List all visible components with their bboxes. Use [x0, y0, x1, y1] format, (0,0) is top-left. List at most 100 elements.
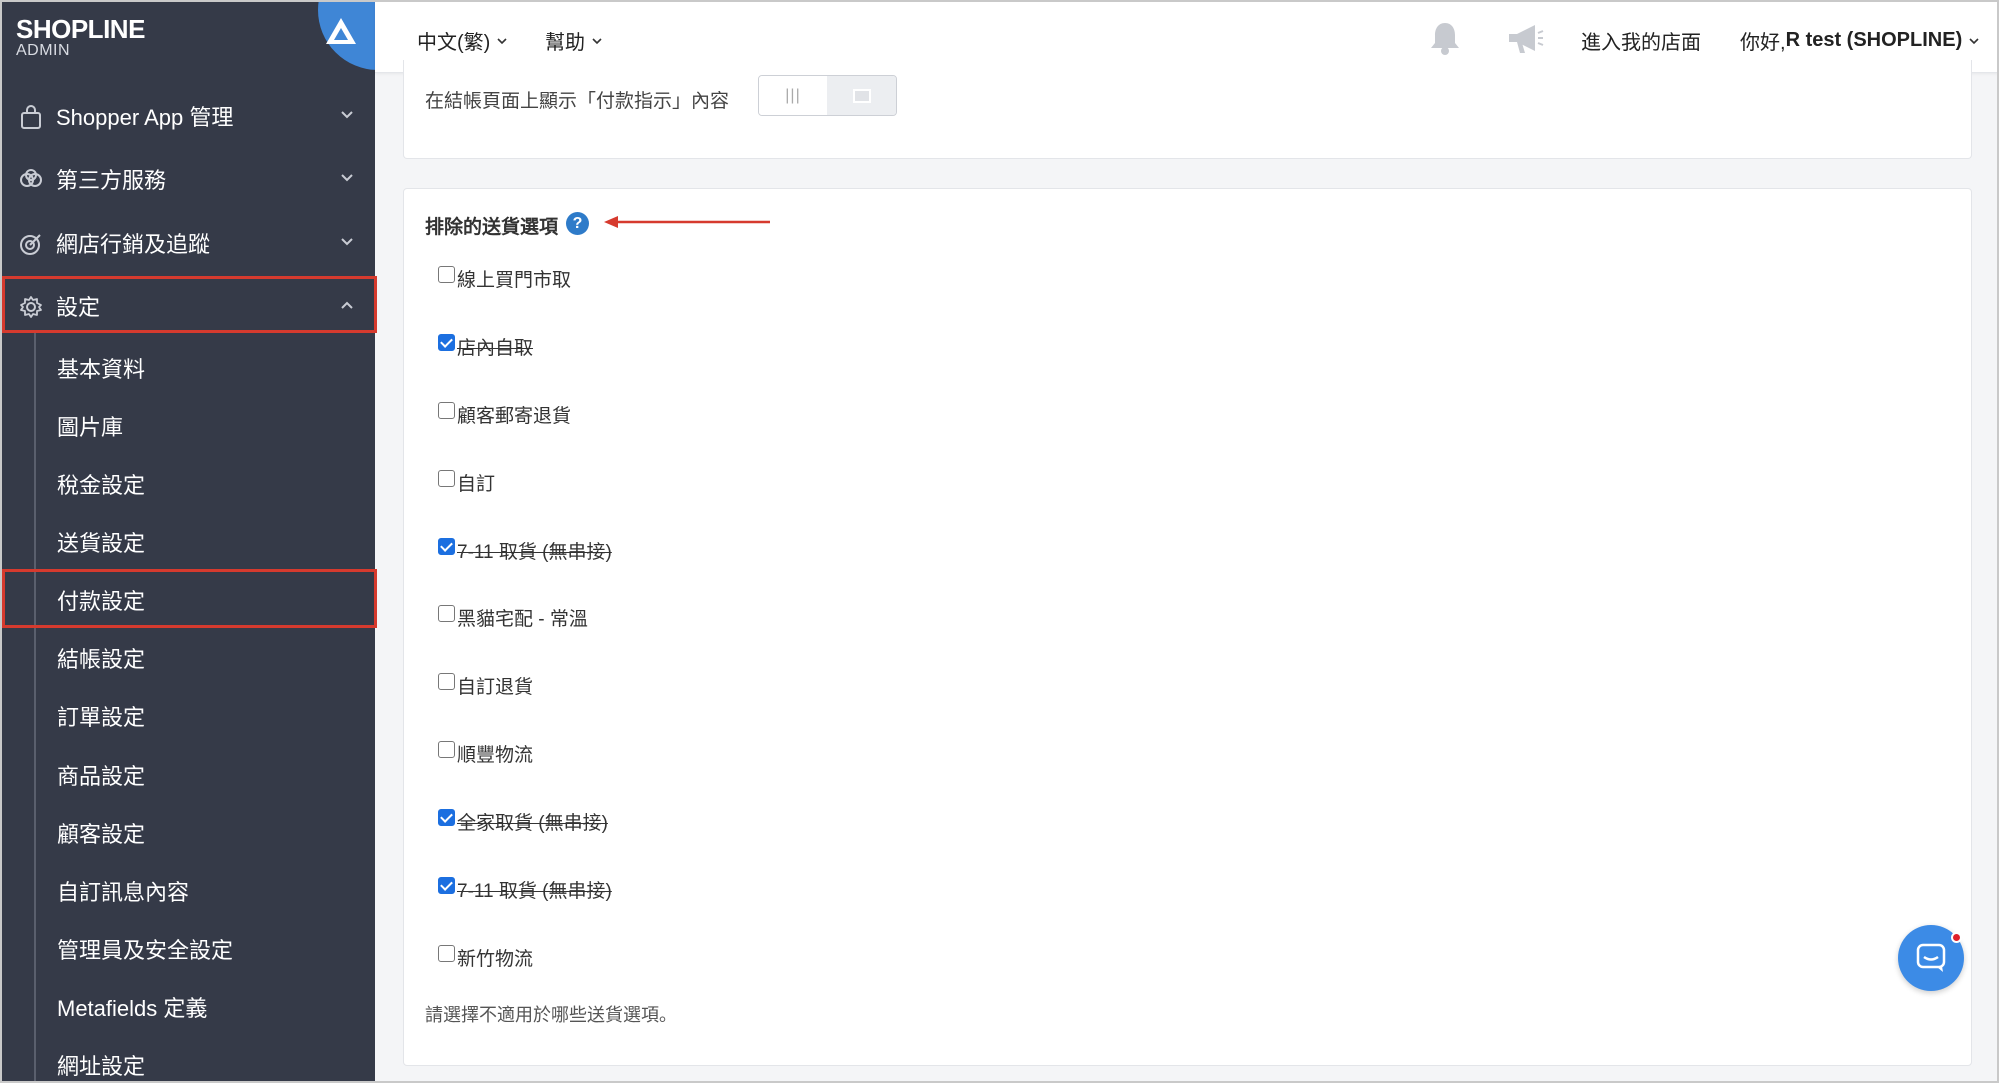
- language-label: 中文(繁): [417, 32, 491, 54]
- target-icon: [20, 234, 41, 255]
- sidebar-item-label: 商品設定: [57, 764, 146, 789]
- sidebar-item-label: 設定: [56, 295, 101, 320]
- sidebar-item-orders[interactable]: 訂單設定: [0, 688, 375, 744]
- sidebar-item-third-party[interactable]: 第三方服務: [0, 149, 375, 209]
- option-2[interactable]: 顧客郵寄退貨: [438, 401, 571, 428]
- sidebar-item-payment[interactable]: 付款設定: [0, 572, 375, 628]
- option-5[interactable]: 黑貓宅配 - 常溫: [438, 604, 588, 631]
- gear-icon: [20, 296, 42, 318]
- checkbox[interactable]: [438, 470, 455, 487]
- toggle-handle: |||: [759, 76, 827, 115]
- sidebar-item-shopper-app[interactable]: Shopper App 管理: [0, 86, 375, 146]
- section-title: 排除的送貨選項: [425, 217, 559, 238]
- sidebar-item-settings[interactable]: 設定: [0, 276, 375, 336]
- checkbox[interactable]: [438, 334, 455, 351]
- option-9[interactable]: 7-11 取貨 (無串接): [438, 876, 612, 903]
- sidebar-item-label: 訂單設定: [57, 705, 146, 730]
- sidebar-item-label: 送貨設定: [57, 531, 146, 556]
- option-8[interactable]: 全家取貨 (無串接): [438, 808, 608, 835]
- megaphone-icon[interactable]: [1505, 22, 1545, 56]
- option-label: 店內自取: [457, 338, 534, 359]
- checkbox[interactable]: [438, 809, 455, 826]
- option-label: 順豐物流: [457, 745, 534, 766]
- option-3[interactable]: 自訂: [438, 469, 495, 496]
- user-menu[interactable]: 你好, R test (SHOPLINE): [1740, 26, 1980, 55]
- checkbox[interactable]: [438, 877, 455, 894]
- option-label: 全家取貨 (無串接): [457, 813, 608, 834]
- user-name: R test (SHOPLINE): [1785, 29, 1963, 51]
- brand-name: SHOPLINE: [16, 14, 145, 44]
- checkbox[interactable]: [438, 945, 455, 962]
- sidebar-item-label: 圖片庫: [57, 415, 124, 440]
- option-label: 7-11 取貨 (無串接): [457, 881, 612, 902]
- sidebar-item-products[interactable]: 商品設定: [0, 747, 375, 803]
- help-dropdown[interactable]: 幫助: [545, 26, 603, 55]
- sidebar-item-label: 基本資料: [57, 357, 146, 382]
- sidebar-item-delivery[interactable]: 送貨設定: [0, 514, 375, 570]
- help-label: 幫助: [545, 32, 585, 54]
- option-1[interactable]: 店內自取: [438, 333, 533, 360]
- option-4[interactable]: 7-11 取貨 (無串接): [438, 537, 612, 564]
- sidebar-item-admin-security[interactable]: 管理員及安全設定: [0, 921, 375, 977]
- sidebar-item-basic-info[interactable]: 基本資料: [0, 340, 375, 396]
- sidebar-item-custom-messages[interactable]: 自訂訊息內容: [0, 863, 375, 919]
- sidebar-item-metafields[interactable]: Metafields 定義: [0, 979, 375, 1035]
- integrations-icon: [20, 169, 42, 187]
- payment-instruction-label: 在結帳頁面上顯示「付款指示」內容: [425, 91, 730, 112]
- sidebar-item-label: Shopper App 管理: [56, 105, 234, 130]
- chevron-down-icon: [497, 37, 507, 44]
- brand-badge-icon: [318, 0, 375, 70]
- chevron-down-icon: [341, 238, 353, 246]
- sidebar-item-label: 網址設定: [57, 1054, 146, 1079]
- brand-sub: ADMIN: [16, 42, 71, 59]
- bell-icon[interactable]: [1428, 20, 1462, 56]
- annotation-arrow: [604, 216, 770, 228]
- helper-text: 請選擇不適用於哪些送貨選項。: [425, 1005, 677, 1025]
- chevron-down-icon: [341, 111, 353, 119]
- checkbox[interactable]: [438, 741, 455, 758]
- checkbox[interactable]: [438, 538, 455, 555]
- sidebar-item-label: 第三方服務: [56, 168, 167, 193]
- visit-store-link[interactable]: 進入我的店面: [1581, 26, 1701, 55]
- checkbox[interactable]: [438, 402, 455, 419]
- option-10[interactable]: 新竹物流: [438, 944, 533, 971]
- visit-store-label: 進入我的店面: [1581, 32, 1701, 54]
- option-7[interactable]: 順豐物流: [438, 740, 533, 767]
- sidebar: SHOPLINE ADMIN Shopper App 管理 第三方服務 網店行銷…: [0, 0, 375, 1083]
- sidebar-item-image-library[interactable]: 圖片庫: [0, 398, 375, 454]
- sidebar-item-label: 結帳設定: [57, 647, 146, 672]
- sidebar-item-tax[interactable]: 稅金設定: [0, 456, 375, 512]
- sidebar-item-label: 網店行銷及追蹤: [56, 232, 211, 257]
- option-label: 線上買門市取: [457, 270, 572, 291]
- chat-icon: [1916, 943, 1946, 972]
- checkbox[interactable]: [438, 673, 455, 690]
- option-label: 自訂: [457, 474, 496, 495]
- chevron-down-icon: [592, 37, 602, 44]
- option-label: 7-11 取貨 (無串接): [457, 542, 612, 563]
- option-0[interactable]: 線上買門市取: [438, 265, 571, 292]
- sidebar-item-url[interactable]: 網址設定: [0, 1037, 375, 1083]
- chevron-down-icon: [341, 174, 353, 182]
- option-label: 自訂退貨: [457, 677, 534, 698]
- sidebar-item-label: 自訂訊息內容: [57, 880, 190, 905]
- help-icon[interactable]: ?: [566, 212, 589, 235]
- option-label: 新竹物流: [457, 949, 534, 970]
- sidebar-item-customers[interactable]: 顧客設定: [0, 805, 375, 861]
- sidebar-item-marketing[interactable]: 網店行銷及追蹤: [0, 213, 375, 273]
- checkbox[interactable]: [438, 266, 455, 283]
- payment-instruction-toggle[interactable]: |||: [758, 75, 897, 116]
- sidebar-item-label: 付款設定: [57, 589, 146, 614]
- language-dropdown[interactable]: 中文(繁): [417, 26, 508, 55]
- sidebar-item-label: Metafields 定義: [57, 996, 208, 1021]
- chevron-down-icon: [1969, 37, 1979, 44]
- toggle-off-state: [827, 76, 896, 115]
- logo[interactable]: SHOPLINE ADMIN: [0, 0, 375, 70]
- sidebar-item-label: 管理員及安全設定: [57, 938, 234, 963]
- notification-dot: [1951, 932, 1962, 943]
- checkbox[interactable]: [438, 605, 455, 622]
- sidebar-item-label: 顧客設定: [57, 822, 146, 847]
- sidebar-item-checkout[interactable]: 結帳設定: [0, 630, 375, 686]
- chevron-up-icon: [341, 301, 353, 309]
- option-6[interactable]: 自訂退貨: [438, 672, 533, 699]
- shopping-bag-icon: [21, 105, 41, 129]
